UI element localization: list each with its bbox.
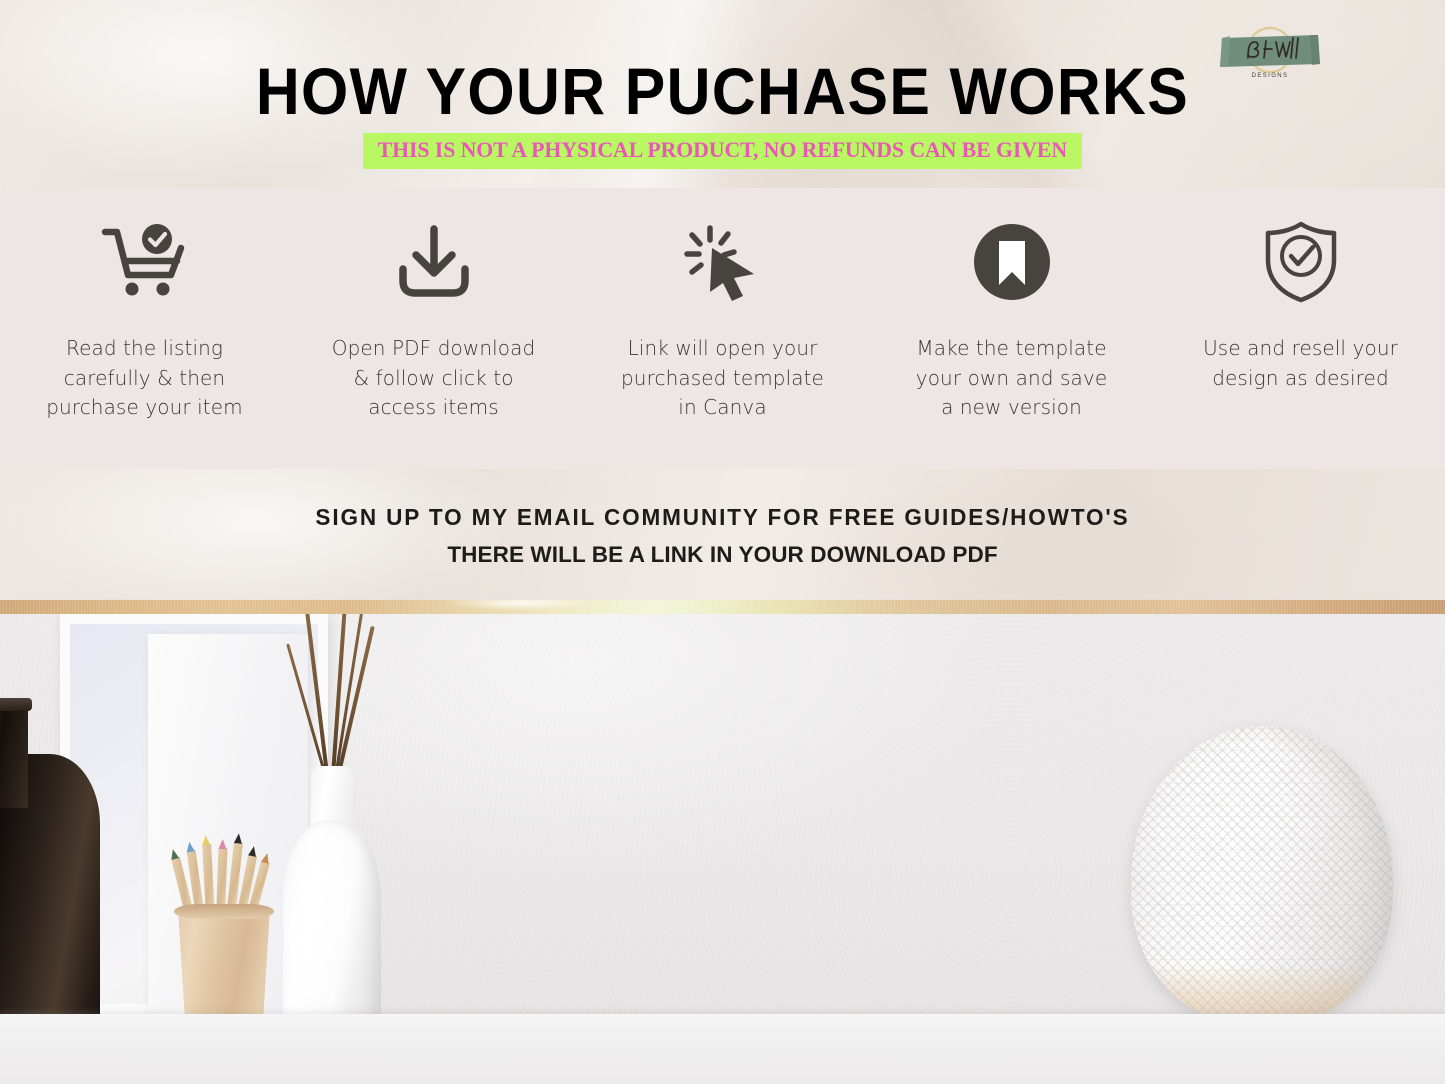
step-1-label: Read the listing carefully & then purcha…	[46, 336, 243, 419]
textured-white-vase	[1131, 726, 1393, 1026]
no-refunds-notice: THIS IS NOT A PHYSICAL PRODUCT, NO REFUN…	[363, 133, 1082, 169]
marketing-graphic: HOW YOUR PUCHASE WORKS THIS IS NOT A PHY…	[0, 0, 1445, 1084]
email-banner-line-2: THERE WILL BE A LINK IN YOUR DOWNLOAD PD…	[447, 542, 998, 567]
white-bottle-vase	[283, 614, 381, 1048]
steps-band: Read the listing carefully & then purcha…	[0, 188, 1445, 469]
step-2: Open PDF download & follow click to acce…	[289, 188, 578, 469]
desk-surface	[0, 1014, 1445, 1084]
shopping-cart-check-icon	[99, 216, 191, 308]
step-4: Make the template your own and save a ne…	[867, 188, 1156, 469]
step-1: Read the listing carefully & then purcha…	[0, 188, 289, 469]
cursor-click-icon	[682, 216, 764, 308]
logo-tagline: DESIGNS	[1252, 73, 1289, 79]
page-title: HOW YOUR PUCHASE WORKS	[255, 54, 1190, 128]
subtitle-container: THIS IS NOT A PHYSICAL PRODUCT, NO REFUN…	[0, 133, 1445, 169]
gold-divider	[0, 600, 1445, 614]
email-signup-banner: SIGN UP TO MY EMAIL COMMUNITY FOR FREE G…	[0, 469, 1445, 600]
step-3: Link will open your purchased template i…	[578, 188, 867, 469]
step-3-label: Link will open your purchased template i…	[621, 336, 824, 419]
step-5: Use and resell your design as desired	[1156, 188, 1445, 469]
download-icon	[394, 216, 474, 308]
brand-logo: DESIGNS	[1210, 24, 1330, 82]
product-photo-scene: Magic Switch ↶ ↷ ☁ editing + ⇪ Preview P…	[0, 614, 1445, 1084]
shield-check-icon	[1260, 216, 1342, 308]
email-banner-line-1: SIGN UP TO MY EMAIL COMMUNITY FOR FREE G…	[315, 504, 1130, 530]
step-5-label: Use and resell your design as desired	[1203, 336, 1398, 390]
header-section: HOW YOUR PUCHASE WORKS THIS IS NOT A PHY…	[0, 0, 1445, 188]
step-4-label: Make the template your own and save a ne…	[915, 336, 1108, 419]
step-2-label: Open PDF download & follow click to acce…	[331, 336, 536, 419]
bookmark-circle-icon	[972, 216, 1052, 308]
